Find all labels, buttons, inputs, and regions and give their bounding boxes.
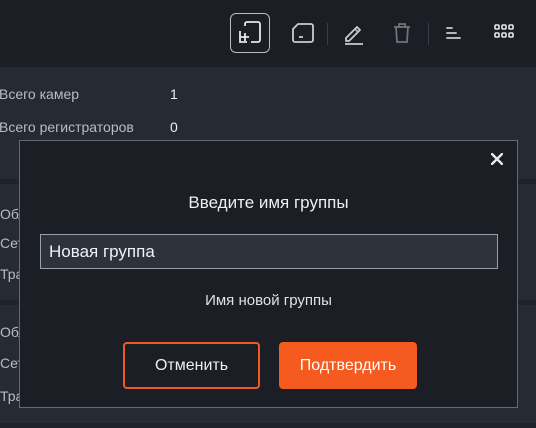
remove-group-icon — [292, 23, 314, 43]
cameras-value: 1 — [170, 86, 178, 102]
grid-view-button[interactable] — [484, 13, 524, 53]
recorders-value: 0 — [170, 119, 178, 135]
cancel-button[interactable]: Отменить — [123, 342, 260, 389]
add-group-icon — [239, 21, 261, 43]
add-group-button[interactable] — [230, 13, 270, 53]
recorders-label: Всего регистраторов — [0, 119, 134, 135]
close-button[interactable] — [489, 151, 505, 167]
sort-button[interactable] — [434, 13, 474, 53]
trash-icon — [394, 23, 410, 43]
edit-button[interactable] — [334, 13, 374, 53]
delete-button[interactable] — [382, 13, 422, 53]
toolbar — [0, 0, 536, 67]
toolbar-divider — [428, 23, 429, 45]
pencil-icon — [345, 26, 363, 45]
sort-icon — [446, 27, 461, 39]
cameras-label: Всего камер — [0, 86, 80, 102]
toolbar-divider — [327, 23, 328, 45]
remove-group-button[interactable] — [283, 13, 323, 53]
dialog-title: Введите имя группы — [188, 193, 349, 212]
close-icon — [491, 153, 503, 165]
grid-icon — [494, 24, 514, 38]
confirm-button[interactable]: Подтвердить — [279, 342, 417, 389]
input-hint: Имя новой группы — [205, 292, 332, 309]
create-group-dialog: Введите имя группы Имя новой группы Отме… — [19, 140, 518, 408]
group-name-input[interactable] — [40, 234, 498, 269]
